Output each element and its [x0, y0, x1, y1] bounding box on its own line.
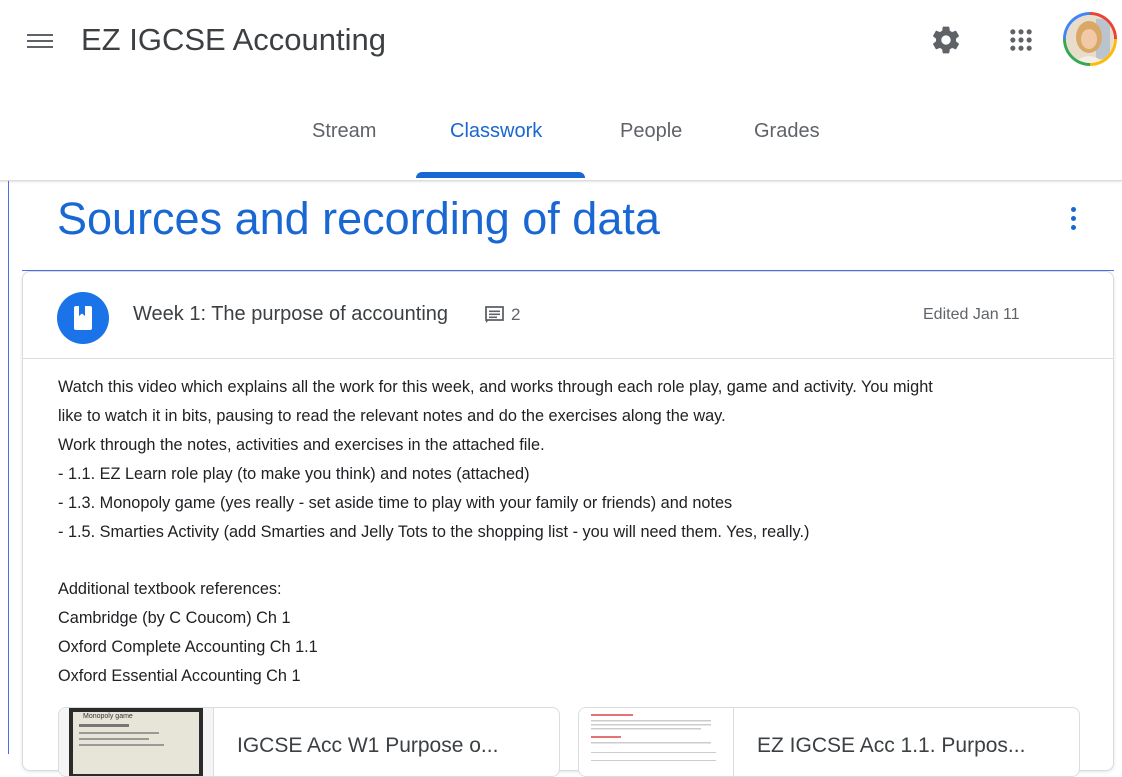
tab-classwork[interactable]: Classwork — [450, 120, 542, 143]
top-app-bar: EZ IGCSE Accounting Stream Classwork Peo… — [0, 0, 1122, 181]
tab-stream[interactable]: Stream — [312, 120, 376, 143]
description-line: Work through the notes, activities and e… — [58, 435, 545, 454]
assignment-description: Watch this video which explains all the … — [58, 373, 1098, 691]
assignment-icon — [57, 292, 109, 344]
apps-grid-icon[interactable] — [1007, 26, 1035, 54]
comment-icon — [485, 306, 504, 323]
description-line: - 1.1. EZ Learn role play (to make you t… — [58, 464, 530, 483]
avatar-photo — [1066, 15, 1114, 63]
assignment-card: Week 1: The purpose of accounting 2 Edit… — [22, 271, 1114, 777]
tab-grades[interactable]: Grades — [754, 120, 820, 143]
description-line: like to watch it in bits, pausing to rea… — [58, 406, 726, 425]
menu-icon[interactable] — [27, 30, 53, 52]
attachment-thumb-caption: Monopoly game — [83, 713, 133, 720]
description-line: Oxford Essential Accounting Ch 1 — [58, 667, 301, 686]
attachment-thumbnail — [579, 708, 734, 776]
edited-timestamp: Edited Jan 11 — [923, 306, 1020, 323]
assignment-title: Week 1: The purpose of accounting — [133, 303, 449, 325]
app-title[interactable]: EZ IGCSE Accounting — [81, 22, 386, 58]
attachment-thumbnail: Monopoly game — [59, 708, 214, 776]
attachment-document[interactable]: EZ IGCSE Acc 1.1. Purpos... — [578, 707, 1080, 777]
gear-icon[interactable] — [930, 24, 962, 56]
avatar[interactable] — [1063, 12, 1117, 66]
comment-count: 2 — [511, 305, 521, 324]
description-line: Additional textbook references: — [58, 580, 282, 599]
attachment-video[interactable]: Monopoly game IGCSE Acc W1 Purpose o... — [58, 707, 560, 777]
tab-bar: Stream Classwork People Grades — [0, 110, 1122, 180]
active-tab-indicator — [416, 172, 585, 178]
section-title: Sources and recording of data — [57, 193, 660, 244]
description-line: Oxford Complete Accounting Ch 1.1 — [58, 638, 318, 657]
description-line: Cambridge (by C Coucom) Ch 1 — [58, 609, 291, 628]
description-line — [58, 546, 1098, 575]
description-line: Watch this video which explains all the … — [58, 378, 933, 396]
assignment-header[interactable]: Week 1: The purpose of accounting 2 Edit… — [23, 272, 1113, 359]
more-vert-icon[interactable] — [1064, 207, 1082, 235]
attachment-title: EZ IGCSE Acc 1.1. Purpos... — [757, 734, 1026, 757]
description-line: - 1.3. Monopoly game (yes really - set a… — [58, 493, 733, 512]
attachment-title: IGCSE Acc W1 Purpose o... — [237, 734, 499, 757]
tab-people[interactable]: People — [620, 120, 682, 143]
description-line: - 1.5. Smarties Activity (add Smarties a… — [58, 522, 810, 541]
